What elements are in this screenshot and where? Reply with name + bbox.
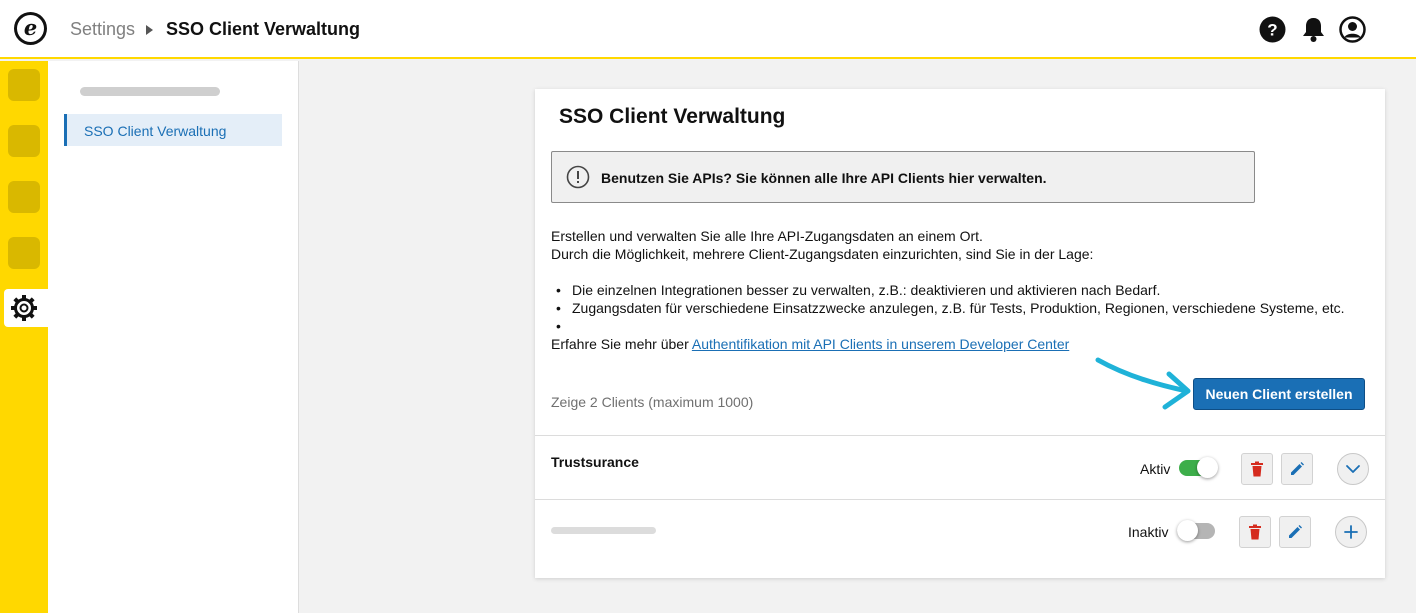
bullet-text <box>558 318 572 334</box>
top-header: e Settings SSO Client Verwaltung ? <box>0 0 1416 59</box>
client-row: Inaktiv <box>535 499 1385 563</box>
developer-center-link[interactable]: Authentifikation mit API Clients in unse… <box>692 336 1069 352</box>
trash-icon <box>1249 524 1261 540</box>
breadcrumb-current: SSO Client Verwaltung <box>166 19 361 39</box>
info-banner-text: Benutzen Sie APIs? Sie können alle Ihre … <box>601 170 1047 186</box>
nav-item-3[interactable] <box>8 181 40 213</box>
sidebar-item-label: SSO Client Verwaltung <box>84 123 227 139</box>
client-status-toggle[interactable] <box>1177 520 1215 541</box>
client-status-label: Inaktiv <box>1128 524 1169 540</box>
delete-button[interactable] <box>1241 453 1273 485</box>
app-logo[interactable]: e <box>14 12 47 45</box>
sidebar-title-placeholder <box>80 87 220 96</box>
bell-icon[interactable] <box>1300 16 1327 43</box>
help-icon[interactable]: ? <box>1259 16 1286 43</box>
exclamation-circle-icon <box>566 165 590 189</box>
edit-button[interactable] <box>1281 453 1313 485</box>
new-client-button[interactable]: Neuen Client erstellen <box>1193 378 1365 410</box>
nav-item-2[interactable] <box>8 125 40 157</box>
client-status-toggle[interactable] <box>1179 457 1218 478</box>
svg-text:?: ? <box>1267 21 1277 40</box>
nav-item-settings[interactable] <box>4 289 48 327</box>
breadcrumb-separator-icon <box>146 25 153 35</box>
chevron-down-icon <box>1346 465 1360 473</box>
gear-icon <box>11 295 37 321</box>
bullet-item: Die einzelnen Integrationen besser zu ve… <box>556 282 1161 298</box>
user-icon[interactable] <box>1339 16 1366 43</box>
breadcrumb-settings[interactable]: Settings <box>70 19 135 40</box>
bullet-text: Zugangsdaten für verschiedene Einsatzzwe… <box>572 300 1345 316</box>
sso-client-card: SSO Client Verwaltung Benutzen Sie APIs?… <box>535 89 1385 578</box>
client-name: Trustsurance <box>551 454 639 470</box>
client-status-label: Aktiv <box>1140 461 1171 477</box>
nav-item-4[interactable] <box>8 237 40 269</box>
delete-button[interactable] <box>1239 516 1271 548</box>
page-title: SSO Client Verwaltung <box>559 105 786 128</box>
pencil-icon <box>1289 525 1302 538</box>
bullet-item <box>556 318 572 334</box>
settings-sidebar: SSO Client Verwaltung <box>48 61 299 613</box>
description-line-1: Erstellen und verwalten Sie alle Ihre AP… <box>551 228 983 244</box>
edit-button[interactable] <box>1279 516 1311 548</box>
toggle-knob <box>1197 457 1218 478</box>
client-name-placeholder <box>551 527 656 534</box>
main-nav-rail <box>0 61 48 613</box>
bullet-item: Zugangsdaten für verschiedene Einsatzzwe… <box>556 300 1345 316</box>
expand-button[interactable] <box>1337 453 1369 485</box>
clients-count: Zeige 2 Clients (maximum 1000) <box>551 394 754 410</box>
learn-more-text: Erfahre Sie mehr über Authentifikation m… <box>551 336 1069 352</box>
pencil-icon <box>1291 462 1304 475</box>
bullet-text: Die einzelnen Integrationen besser zu ve… <box>572 282 1161 298</box>
info-banner: Benutzen Sie APIs? Sie können alle Ihre … <box>551 151 1255 203</box>
expand-button[interactable] <box>1335 516 1367 548</box>
client-row: Trustsurance Aktiv <box>535 435 1385 499</box>
logo-letter: e <box>17 15 44 42</box>
toggle-knob <box>1177 520 1198 541</box>
description-line-2: Durch die Möglichkeit, mehrere Client-Zu… <box>551 246 1094 262</box>
learn-more-prefix: Erfahre Sie mehr über <box>551 336 692 352</box>
plus-icon <box>1344 525 1358 539</box>
sidebar-item-sso-client[interactable]: SSO Client Verwaltung <box>64 114 282 146</box>
nav-item-1[interactable] <box>8 69 40 101</box>
annotation-arrow-icon <box>1095 357 1191 410</box>
trash-icon <box>1251 461 1263 477</box>
